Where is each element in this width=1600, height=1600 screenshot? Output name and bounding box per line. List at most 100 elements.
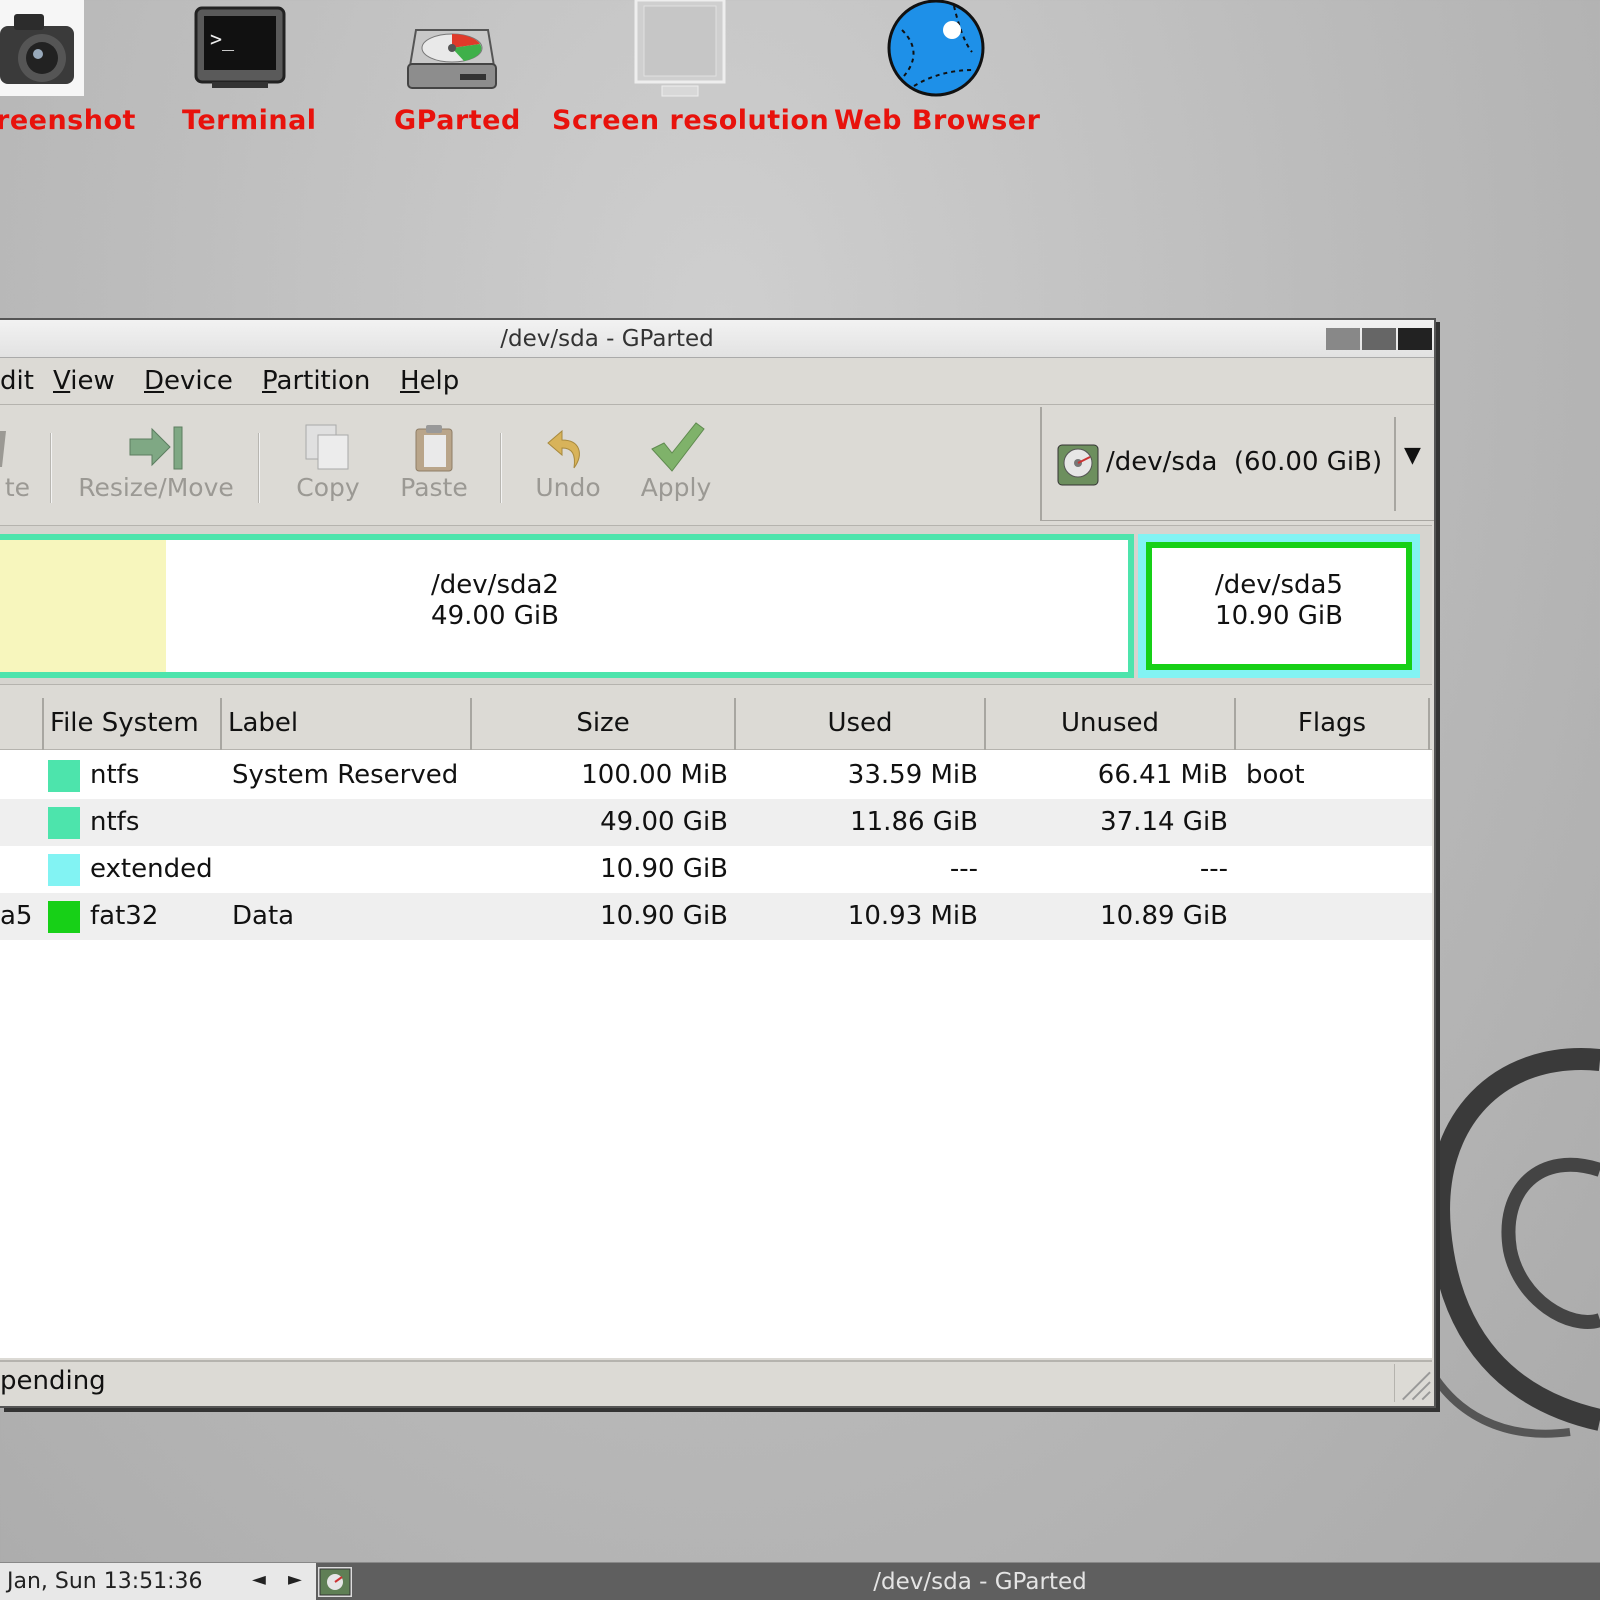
- terminal-icon: >_: [194, 6, 286, 88]
- table-row[interactable]: ntfs System Reserved 100.00 MiB 33.59 Mi…: [0, 752, 1432, 799]
- table-row[interactable]: a5 fat32 Data 10.90 GiB 10.93 MiB 10.89 …: [0, 893, 1432, 940]
- harddisk-icon: [1057, 444, 1099, 486]
- window-titlebar[interactable]: /dev/sda - GParted: [0, 320, 1434, 358]
- gparted-window: /dev/sda - GParted dit View Device Parti…: [0, 318, 1436, 1408]
- partition-block-sda5[interactable]: /dev/sda5 10.90 GiB: [1146, 542, 1412, 670]
- cell-unused: 66.41 MiB: [1097, 760, 1228, 790]
- partition-size: 10.90 GiB: [1215, 601, 1343, 631]
- menu-help[interactable]: Help: [400, 366, 459, 396]
- menu-accel: D: [144, 366, 165, 396]
- filesystem-color-swatch: [48, 760, 80, 792]
- cell-unused: 37.14 GiB: [1100, 807, 1228, 837]
- toolbar: te Resize/Move Copy Paste Undo Apply: [0, 407, 1040, 521]
- column-header-text: Label: [228, 708, 299, 738]
- delete-label: te: [4, 473, 30, 502]
- gparted-icon: [407, 29, 497, 89]
- cell-label: System Reserved: [232, 760, 459, 790]
- column-header-unused[interactable]: Unused: [986, 698, 1236, 750]
- delete-button[interactable]: te: [0, 407, 30, 521]
- column-header-label: File System: [50, 708, 199, 738]
- cell-size: 10.90 GiB: [600, 901, 728, 931]
- cell-unused: ---: [1199, 854, 1228, 884]
- menu-accel: V: [53, 366, 71, 396]
- globe-icon: [887, 0, 985, 97]
- column-header-used[interactable]: Used: [736, 698, 986, 750]
- menu-accel: H: [400, 366, 420, 396]
- checkmark-icon: [651, 422, 705, 472]
- taskbar-task-gparted[interactable]: /dev/sda - GParted: [360, 1563, 1600, 1600]
- cell-size: 100.00 MiB: [581, 760, 728, 790]
- partition-block-sda2[interactable]: /dev/sda2 49.00 GiB: [0, 534, 1134, 678]
- cell-used: 10.93 MiB: [847, 901, 978, 931]
- partition-table: File System Label Size Used Unused Flags…: [0, 698, 1432, 1358]
- minimize-button[interactable]: [1326, 328, 1360, 350]
- column-header-filesystem[interactable]: File System: [44, 698, 222, 750]
- device-selector[interactable]: /dev/sda (60.00 GiB) ▼: [1040, 407, 1434, 521]
- menubar: dit View Device Partition Help: [0, 359, 1434, 405]
- taskbar: 3 Jan, Sun 13:51:36 ◄ ► /dev/sda - GPart…: [0, 1562, 1600, 1600]
- cell-used: 11.86 GiB: [850, 807, 978, 837]
- partition-block-text: /dev/sda5 10.90 GiB: [1152, 570, 1406, 632]
- svg-text:>_: >_: [210, 27, 235, 51]
- partition-block-text: /dev/sda2 49.00 GiB: [320, 570, 670, 632]
- column-header-flags[interactable]: Flags: [1236, 698, 1430, 750]
- cell-used: 33.59 MiB: [847, 760, 978, 790]
- window-title: /dev/sda - GParted: [500, 326, 714, 352]
- cell-unused: 10.89 GiB: [1100, 901, 1228, 931]
- menu-view[interactable]: View: [53, 366, 115, 396]
- partition-size: 49.00 GiB: [431, 601, 559, 631]
- column-header-text: Flags: [1297, 708, 1367, 738]
- partition-map: /dev/sda2 49.00 GiB /dev/sda5 10.90 GiB: [0, 525, 1432, 685]
- delete-icon: [0, 431, 6, 467]
- table-row[interactable]: extended 10.90 GiB --- ---: [0, 846, 1432, 893]
- column-header-text: Used: [827, 708, 893, 738]
- resize-grip-icon[interactable]: [1394, 1364, 1432, 1402]
- menu-edit[interactable]: dit: [0, 366, 34, 396]
- menu-partition[interactable]: Partition: [262, 366, 370, 396]
- chevron-down-icon[interactable]: ▼: [1404, 443, 1421, 468]
- desktop-icon-label: reenshot: [0, 105, 136, 136]
- statusbar: pending: [0, 1360, 1432, 1404]
- menu-label: artition: [276, 366, 371, 396]
- filesystem-color-swatch: [48, 901, 80, 933]
- cell-filesystem: ntfs: [90, 807, 140, 837]
- resize-move-button[interactable]: Resize/Move: [66, 407, 246, 521]
- table-header: File System Label Size Used Unused Flags: [0, 698, 1432, 750]
- apply-button[interactable]: Apply: [586, 407, 766, 521]
- column-header-text: Unused: [1060, 708, 1160, 738]
- cell-partition: a5: [0, 901, 33, 931]
- status-text: pending: [0, 1366, 106, 1396]
- device-selector-value: /dev/sda (60.00 GiB): [1106, 447, 1383, 477]
- partition-name: /dev/sda2: [431, 570, 559, 600]
- column-header-text: Size: [576, 708, 630, 738]
- column-header-size[interactable]: Size: [472, 698, 736, 750]
- menu-label: elp: [419, 366, 460, 396]
- desktop-icon-label: Terminal: [182, 105, 317, 136]
- close-button[interactable]: [1398, 328, 1432, 350]
- task-title: /dev/sda - GParted: [873, 1569, 1087, 1595]
- debian-swirl-logo: [1420, 1048, 1600, 1438]
- maximize-button[interactable]: [1362, 328, 1396, 350]
- cell-used: ---: [949, 854, 978, 884]
- menu-accel: P: [262, 366, 277, 396]
- resize-move-label: Resize/Move: [78, 473, 234, 502]
- partition-block-extended[interactable]: /dev/sda5 10.90 GiB: [1138, 534, 1420, 678]
- desktop-icon-label: GParted: [394, 105, 521, 136]
- monitor-icon: [634, 0, 726, 97]
- cell-filesystem: extended: [90, 854, 213, 884]
- partition-used-space: [0, 540, 166, 672]
- cell-size: 10.90 GiB: [600, 854, 728, 884]
- menu-device[interactable]: Device: [144, 366, 233, 396]
- column-header-partition[interactable]: [0, 698, 44, 750]
- menu-label: dit: [0, 366, 34, 396]
- apply-label: Apply: [640, 473, 712, 502]
- cell-flags: boot: [1246, 760, 1305, 790]
- filesystem-color-swatch: [48, 854, 80, 886]
- table-row[interactable]: ntfs 49.00 GiB 11.86 GiB 37.14 GiB: [0, 799, 1432, 846]
- resize-move-icon: [129, 426, 183, 470]
- column-header-label[interactable]: Label: [222, 698, 472, 750]
- toolbar-separator: [50, 433, 52, 503]
- desktop-icon-label: Web Browser: [834, 105, 1041, 136]
- cell-filesystem: fat32: [90, 901, 159, 931]
- partition-name: /dev/sda5: [1215, 570, 1343, 600]
